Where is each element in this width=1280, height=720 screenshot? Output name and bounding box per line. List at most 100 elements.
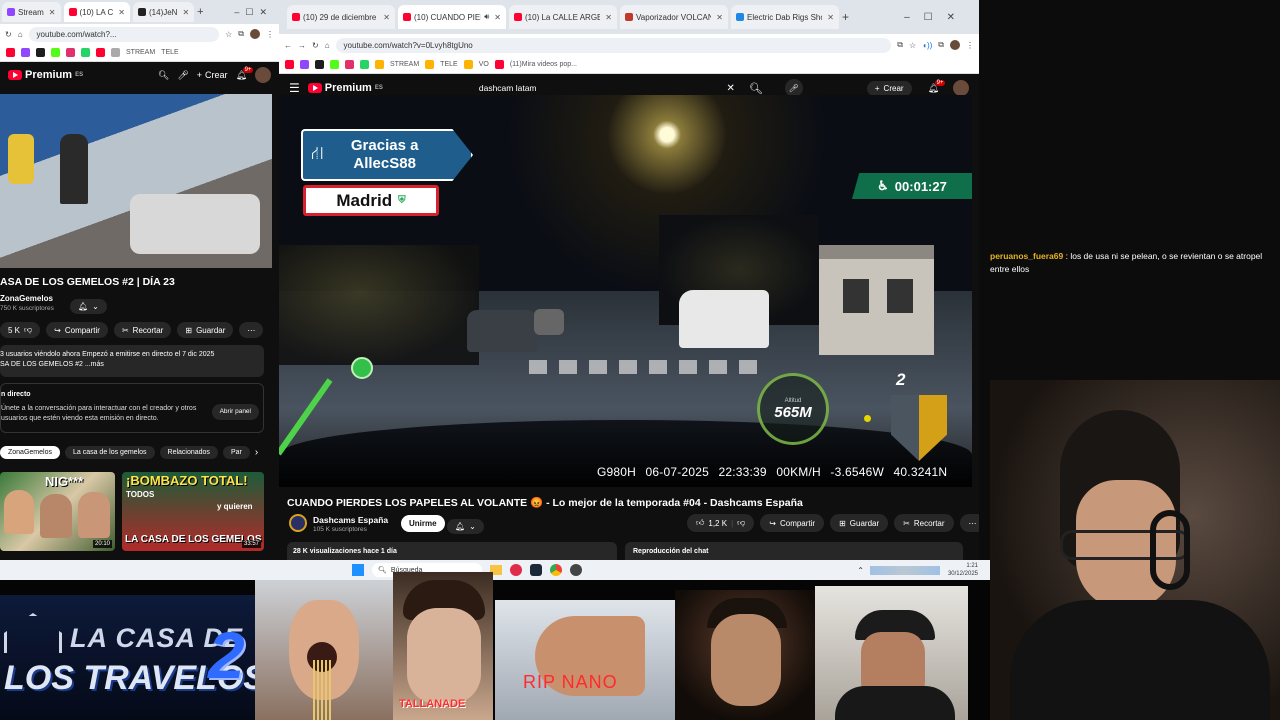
right-tab-0[interactable]: (10) 29 de diciembre de 2025✕ (287, 5, 395, 29)
search-icon[interactable]: 🔍︎ (749, 82, 763, 95)
extensions-icon[interactable]: ⧉ (238, 29, 244, 39)
bookmark-tele[interactable]: TELE (161, 49, 179, 56)
channel-name[interactable]: Dashcams España (313, 515, 388, 525)
yt-logo[interactable]: Premium ES (8, 69, 83, 81)
left-save-button[interactable]: ⊞ Guardar (177, 322, 234, 338)
hamburger-icon[interactable]: ☰ (289, 81, 300, 95)
obs-icon[interactable] (570, 564, 582, 576)
close-icon[interactable]: ✕ (716, 13, 723, 22)
close-icon[interactable]: ✕ (49, 8, 56, 17)
close-icon[interactable]: ✕ (494, 13, 501, 22)
chip-3[interactable]: Par (222, 446, 250, 459)
notifications-button[interactable]: 🔔︎ 9+ (236, 66, 254, 81)
save-button[interactable]: ⊞ Guardar (830, 514, 889, 532)
tray-icons[interactable] (869, 565, 940, 575)
taskbar-clock[interactable]: 1:21 30/12/2025 (948, 562, 978, 578)
left-more-button[interactable]: ⋯ (239, 322, 264, 338)
bookmark-stream[interactable]: STREAM (390, 61, 419, 68)
bookmark-twitch-icon[interactable] (21, 48, 30, 57)
bookmark-folder-icon[interactable] (375, 60, 384, 69)
bookmark-instagram-icon[interactable] (345, 60, 354, 69)
bookmark-folder-icon[interactable] (425, 60, 435, 69)
new-tab-button[interactable]: + (842, 10, 849, 24)
window-controls[interactable]: –☐✕ (234, 7, 279, 18)
extensions-icon[interactable]: ⧉ (938, 40, 944, 50)
bookmark-whatsapp-icon[interactable] (360, 60, 369, 69)
bookmark-tele[interactable]: TELE (440, 61, 458, 68)
left-url-field[interactable]: youtube.com/watch?... (28, 26, 220, 42)
chat-replay-box[interactable]: Reproducción del chat (625, 542, 963, 560)
join-button[interactable]: Unirme (401, 515, 445, 532)
description-box[interactable]: 28 K visualizaciones hace 1 día (287, 542, 617, 560)
clip-button[interactable]: ✂ Recortar (894, 514, 954, 532)
forward-icon[interactable]: → (298, 41, 306, 50)
window-controls[interactable]: –☐✕ (904, 12, 979, 23)
left-description-box[interactable]: 3 usuarios viéndolo ahora Empezó a emiti… (0, 345, 264, 377)
windows-start-icon[interactable] (352, 564, 364, 576)
open-panel-button[interactable]: Abrir panel (211, 404, 259, 420)
left-channel-name[interactable]: ZonaGemelos (0, 294, 53, 303)
close-icon[interactable]: ✕ (118, 8, 125, 17)
right-tab-3[interactable]: Vaporizador VOLCANO HYB✕ (620, 5, 728, 29)
dashcam-video-player[interactable]: ⛙ Gracias a AllecS88 Madrid ⛨ ♿︎ 00:01:27 A… (279, 95, 972, 487)
left-like-button[interactable]: 5 K 👎︎ (0, 322, 41, 338)
chip-2[interactable]: Relacionados (159, 446, 218, 459)
chrome-icon[interactable] (550, 564, 562, 576)
bookmark-folder-icon[interactable] (111, 48, 120, 57)
notifications-button[interactable]: 🔔︎ 9+ (928, 79, 946, 94)
bookmark-whatsapp-icon[interactable] (81, 48, 90, 57)
steam-icon[interactable] (530, 564, 542, 576)
left-share-button[interactable]: ↪ Compartir (46, 322, 108, 338)
bookmark-folder-icon[interactable] (463, 60, 473, 69)
bookmark-tiktok-icon[interactable] (36, 48, 45, 57)
reload-icon[interactable]: ↻ (312, 41, 319, 50)
profile-avatar[interactable] (950, 40, 960, 50)
right-tab-1[interactable]: (10) CUANDO PIERDES L🔊︎✕ (398, 5, 506, 29)
right-tab-4[interactable]: Electric Dab Rigs Shop | Puff✕ (731, 5, 839, 29)
create-button[interactable]: + Crear (197, 70, 228, 80)
new-tab-button[interactable]: + (197, 6, 203, 18)
bookmark-youtube2-icon[interactable] (96, 48, 105, 57)
bookmark-youtube-icon[interactable] (6, 48, 15, 57)
bell-dropdown-button[interactable]: 🔔︎ ⌄ (447, 516, 484, 534)
menu-icon[interactable]: ⋮ (266, 30, 274, 39)
left-tab-1[interactable]: (10) LA C ✕ (63, 2, 130, 22)
left-video-player[interactable] (0, 94, 272, 268)
right-tab-2[interactable]: (10) La CALLE ARGENTINA e✕ (509, 5, 617, 29)
reload-icon[interactable]: ↻ (5, 30, 12, 39)
tray-chevron-icon[interactable]: ⌃ (857, 566, 864, 575)
left-clip-button[interactable]: ✂ Recortar (113, 322, 172, 338)
left-tab-0[interactable]: Stream ✕ (2, 2, 61, 22)
home-icon[interactable]: ⌂ (325, 41, 330, 50)
bookmark-instagram-icon[interactable] (66, 48, 75, 57)
left-tab-2[interactable]: (14)JeN ✕ (133, 2, 195, 22)
like-button[interactable]: 👍︎ 1,2 K | 👎︎ (687, 514, 755, 532)
right-url-field[interactable]: youtube.com/watch?v=0Lvyh8tgUno (335, 37, 892, 53)
bookmark-youtube-icon[interactable] (494, 60, 504, 69)
speaker-icon[interactable]: 🔊︎ (484, 12, 489, 22)
bookmark-stream[interactable]: STREAM (126, 49, 155, 56)
cast-icon[interactable]: ⧉ (897, 40, 903, 50)
bookmark-kick-icon[interactable] (330, 60, 339, 69)
home-icon[interactable]: ⌂ (18, 30, 23, 39)
profile-avatar[interactable] (250, 29, 260, 39)
bookmark-mira[interactable]: (11)Mira videos pop... (510, 61, 577, 68)
channel-avatar[interactable] (289, 514, 307, 532)
bookmark-vo[interactable]: VO (479, 61, 489, 68)
clear-search-icon[interactable]: ✕ (726, 83, 734, 94)
star-icon[interactable]: ☆ (909, 41, 916, 50)
yt-avatar[interactable] (255, 67, 271, 83)
related-thumb-2[interactable]: ¡BOMBAZO TOTAL! TODOS y quieren LA CASA … (122, 472, 264, 551)
mic-icon[interactable]: 🎤︎ (177, 70, 188, 81)
related-thumb-1[interactable]: NIG*** 20:10 (0, 472, 115, 551)
close-icon[interactable]: ✕ (182, 8, 189, 17)
bookmark-tiktok-icon[interactable] (315, 60, 324, 69)
more-button[interactable]: ⋯ (959, 514, 979, 532)
back-icon[interactable]: ← (284, 41, 292, 50)
audio-icon[interactable]: ◖)) (922, 41, 932, 50)
left-bell-button[interactable]: 🔔︎ ⌄ (70, 296, 107, 314)
close-icon[interactable]: ✕ (827, 13, 834, 22)
app-icon[interactable] (510, 564, 522, 576)
menu-icon[interactable]: ⋮ (966, 41, 974, 50)
bookmark-kick-icon[interactable] (51, 48, 60, 57)
